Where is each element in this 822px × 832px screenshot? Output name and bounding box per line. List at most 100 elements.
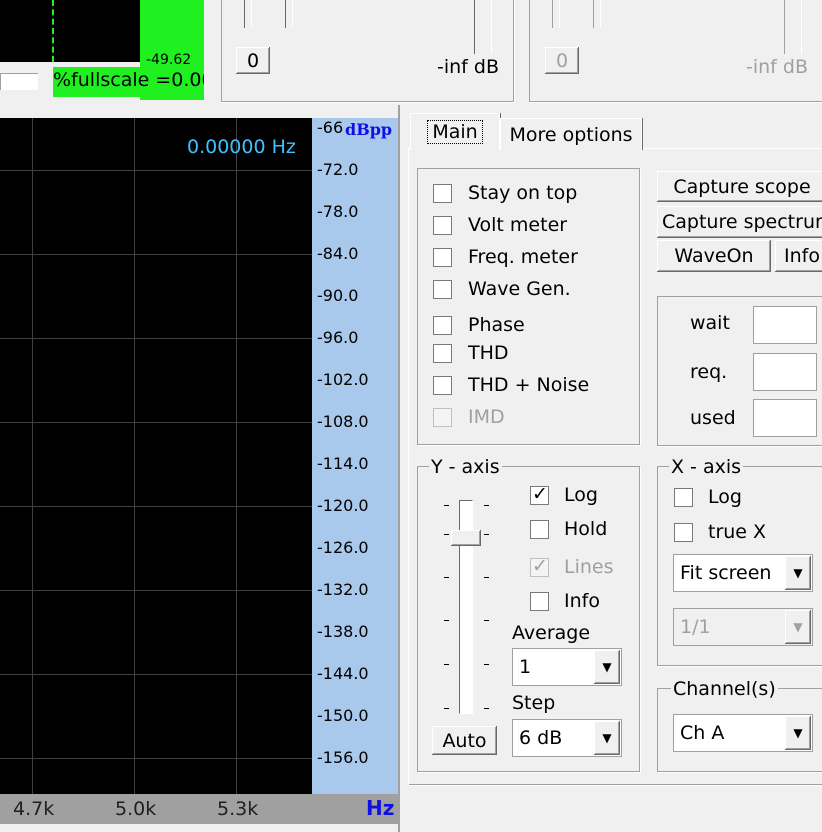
info-button[interactable]: Info [775,240,822,272]
y-tick-label: -126.0 [317,538,369,557]
req-field [753,353,817,391]
freq-meter-checkbox[interactable] [433,248,452,267]
step-select[interactable]: 6 dB ▼ [512,719,622,757]
meter-right-tick-2 [593,0,601,28]
capture-scope-button[interactable]: Capture scope [657,171,822,202]
y-tick-label: -90.0 [317,286,359,305]
y-info-checkbox[interactable] [530,592,549,611]
thd-label: THD [468,342,509,364]
y-info-label: Info [564,590,600,612]
thd-checkbox[interactable] [433,344,452,363]
y-tick-label: -84.0 [317,244,359,263]
slider-tick [444,534,449,535]
thd-noise-checkbox[interactable] [433,376,452,395]
average-label: Average [512,622,591,644]
slider-tick [484,620,489,621]
meter-left-level: -inf dB [437,56,500,78]
chevron-down-icon[interactable]: ▼ [785,556,811,590]
capture-spectrum-button[interactable]: Capture spectrum [657,206,822,238]
grid-h-5 [0,506,312,507]
channel-select[interactable]: Ch A ▼ [673,714,813,752]
grid-v-1 [32,118,33,794]
meter-right-slider-track[interactable] [784,0,802,54]
volt-meter-checkbox[interactable] [433,216,452,235]
y-log-label: Log [564,484,598,506]
slider-tick [484,577,489,578]
y-tick-label: -138.0 [317,622,369,641]
grid-h-7 [0,674,312,675]
grid-v-3 [236,118,237,794]
tab-main-label: Main [427,120,483,144]
phase-checkbox[interactable] [433,316,452,335]
req-label: req. [690,361,728,383]
wave-on-button[interactable]: WaveOn [657,240,771,272]
slider-tick [484,708,489,709]
y-axis-title: Y - axis [429,456,502,478]
x-unit-label: Hz [366,796,395,820]
chevron-down-icon[interactable]: ▼ [594,721,620,755]
grid-v-2 [134,118,135,794]
tab-main[interactable]: Main [410,113,500,150]
slider-tick [484,534,489,535]
wait-label: wait [690,312,730,334]
meter-right-level: -inf dB [746,56,809,78]
phase-label: Phase [468,314,525,336]
used-label: used [690,407,736,429]
tab-more-options[interactable]: More options [500,118,642,150]
imd-checkbox[interactable] [433,408,452,427]
x-log-checkbox[interactable] [674,488,693,507]
slider-tick [444,620,449,621]
grid-h-4 [0,422,312,423]
x-log-label: Log [708,486,742,508]
volt-meter-label: Volt meter [468,214,568,236]
grid-h-1 [0,170,312,171]
options-group [417,168,640,445]
y-slider-thumb[interactable] [451,530,481,546]
dashed-marker [52,0,54,62]
y-tick-label: -78.0 [317,202,359,221]
hold-checkbox[interactable] [530,520,549,539]
lines-label: Lines [564,556,614,578]
chevron-down-icon[interactable]: ▼ [594,650,620,684]
lines-checkbox[interactable] [530,555,549,577]
average-value: 1 [519,656,532,678]
meter-left-slider-track[interactable] [474,0,492,54]
average-select[interactable]: 1 ▼ [512,648,622,686]
slider-tick [484,664,489,665]
left-edit-field[interactable] [0,73,38,90]
imd-label: IMD [468,406,505,428]
true-x-label: true X [708,521,767,543]
y-tick-label: -120.0 [317,496,369,515]
x-tick-label: 4.7k [13,798,55,820]
thd-noise-label: THD + Noise [468,374,590,396]
slider-tick [444,577,449,578]
ratio-select[interactable]: 1/1 ▼ [673,608,813,646]
y-tick-label: -102.0 [317,370,369,389]
wave-gen-checkbox[interactable] [433,280,452,299]
channel-value: Ch A [680,722,725,744]
fit-screen-select[interactable]: Fit screen ▼ [673,554,813,592]
y-tick-label: -150.0 [317,706,369,725]
scale-min-value: -49.62 [146,52,192,68]
meter-left-reset-button[interactable]: 0 [236,47,270,74]
y-log-checkbox[interactable] [530,483,549,505]
freq-readout: 0.00000 Hz [187,136,296,158]
y-unit-label: dBpp [345,120,393,139]
y-tick-label: -96.0 [317,328,359,347]
meter-right-tick-1 [552,0,560,28]
meter-left-tick-2 [285,0,293,28]
true-x-checkbox[interactable] [674,523,693,542]
auto-button[interactable]: Auto [432,726,497,755]
grid-h-6 [0,590,312,591]
chevron-down-icon[interactable]: ▼ [785,716,811,750]
grid-h-3 [0,338,312,339]
used-field [753,399,817,437]
meter-right-reset-button[interactable]: 0 [545,47,579,74]
spectrum-plot[interactable] [0,118,312,794]
x-tick-label: 5.0k [115,798,157,820]
y-tick-label: -108.0 [317,412,369,431]
x-axis-title: X - axis [669,456,744,478]
wait-field [753,306,817,344]
stay-on-top-checkbox[interactable] [433,184,452,203]
chevron-down-icon[interactable]: ▼ [785,610,811,644]
